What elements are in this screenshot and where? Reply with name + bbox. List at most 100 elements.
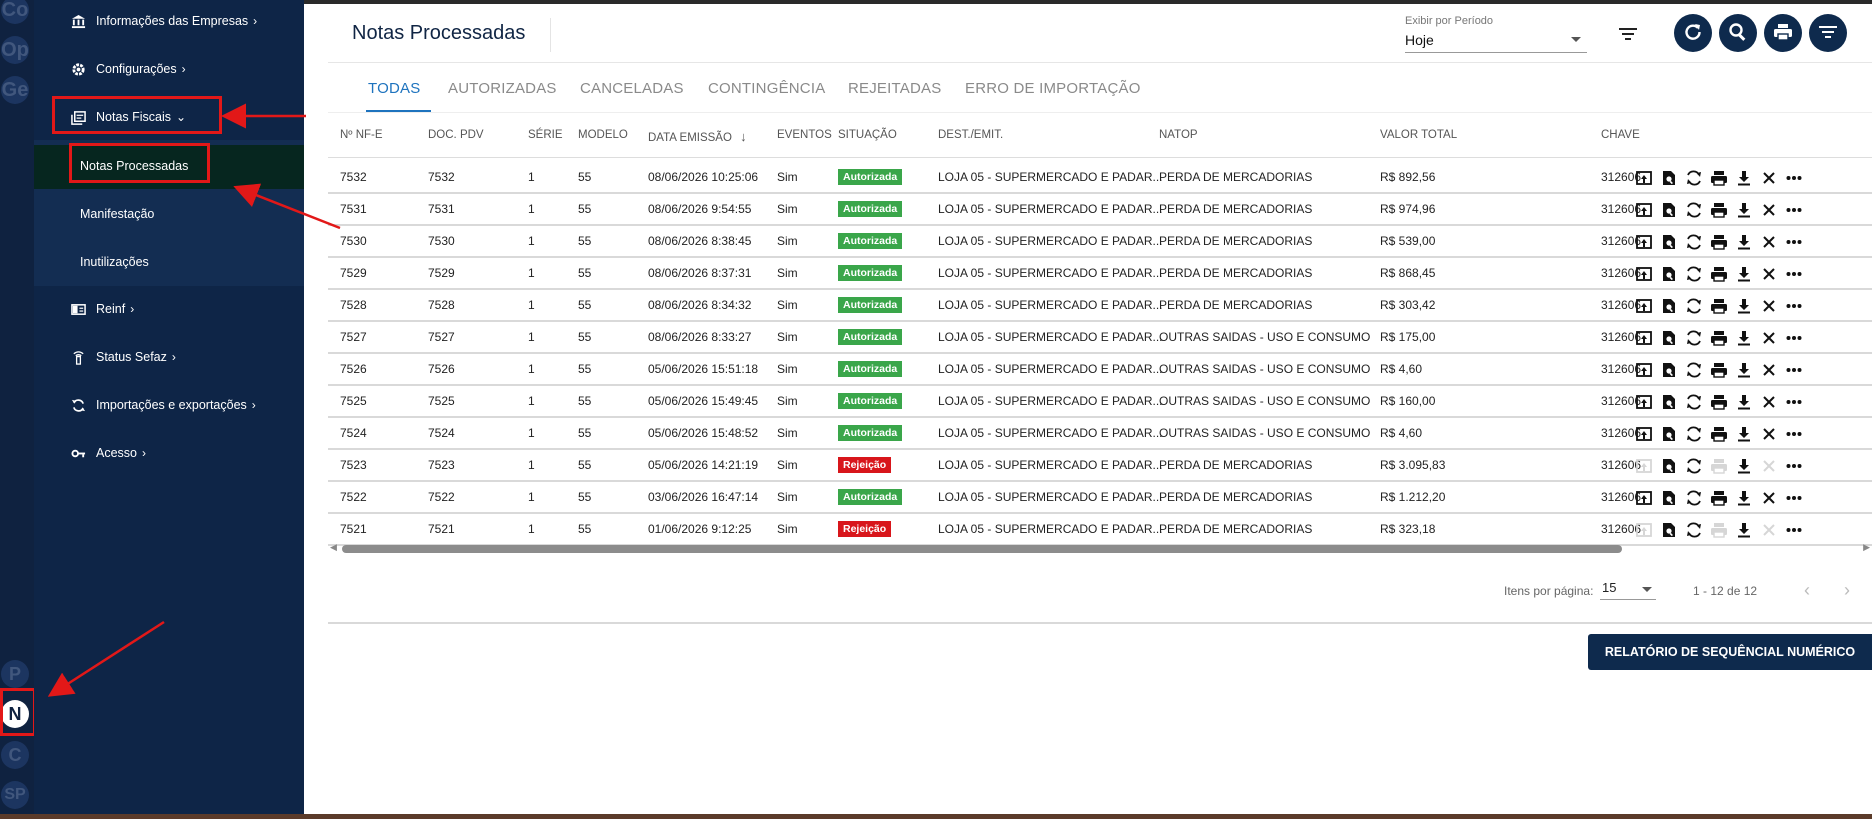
upload-icon[interactable]: [1634, 361, 1654, 379]
scroll-right-icon[interactable]: ▶: [1863, 542, 1870, 553]
sidebar-subitem-manifestacao[interactable]: Manifestação: [80, 207, 154, 221]
horizontal-scrollbar[interactable]: ◀ ▶: [328, 542, 1872, 554]
refresh-button[interactable]: [1674, 14, 1712, 52]
more-icon[interactable]: [1784, 297, 1804, 315]
more-icon[interactable]: [1784, 201, 1804, 219]
table-row[interactable]: 7523 7523 1 55 05/06/2026 14:21:19 Sim LOJA 05…: [328, 450, 1872, 482]
column-header-modelo[interactable]: MODELO: [578, 129, 628, 141]
view-icon[interactable]: [1659, 233, 1679, 251]
close-icon[interactable]: [1759, 425, 1779, 443]
column-header-pdv[interactable]: DOC. PDV: [428, 129, 484, 141]
close-icon[interactable]: [1759, 361, 1779, 379]
sync-icon[interactable]: [1684, 265, 1704, 283]
tab-todas[interactable]: TODAS: [368, 80, 420, 97]
filter-icon[interactable]: [1618, 26, 1638, 45]
table-row[interactable]: 7522 7522 1 55 03/06/2026 16:47:14 Sim LOJA 05…: [328, 482, 1872, 514]
more-icon[interactable]: [1784, 489, 1804, 507]
sync-icon[interactable]: [1684, 201, 1704, 219]
view-icon[interactable]: [1659, 489, 1679, 507]
filter-button[interactable]: [1809, 14, 1847, 52]
upload-icon[interactable]: [1634, 297, 1654, 315]
print-icon[interactable]: [1709, 489, 1729, 507]
view-icon[interactable]: [1659, 265, 1679, 283]
print-icon[interactable]: [1709, 233, 1729, 251]
sync-icon[interactable]: [1684, 329, 1704, 347]
more-icon[interactable]: [1784, 265, 1804, 283]
upload-icon[interactable]: [1634, 425, 1654, 443]
avatar-c[interactable]: C: [1, 741, 29, 769]
sidebar-item-configuracoes[interactable]: Configurações ›: [70, 54, 186, 84]
sidebar-item-acesso[interactable]: Acesso ›: [70, 438, 146, 468]
download-icon[interactable]: [1734, 361, 1754, 379]
column-header-nf[interactable]: Nº NF-E: [340, 129, 383, 141]
sequential-report-button[interactable]: RELATÓRIO DE SEQUÊNCIAL NUMÉRICO: [1588, 634, 1872, 670]
close-icon[interactable]: [1759, 489, 1779, 507]
download-icon[interactable]: [1734, 329, 1754, 347]
table-row[interactable]: 7528 7528 1 55 08/06/2026 8:34:32 Sim LOJA 05 …: [328, 290, 1872, 322]
scroll-left-icon[interactable]: ◀: [330, 542, 337, 553]
more-icon[interactable]: [1784, 457, 1804, 475]
column-header-valor[interactable]: VALOR TOTAL: [1380, 129, 1457, 141]
print-button[interactable]: [1764, 14, 1802, 52]
download-icon[interactable]: [1734, 297, 1754, 315]
upload-icon[interactable]: [1634, 169, 1654, 187]
column-header-eventos[interactable]: EVENTOS: [777, 129, 832, 141]
sidebar-item-reinf[interactable]: Reinf ›: [70, 294, 134, 324]
download-icon[interactable]: [1734, 265, 1754, 283]
view-icon[interactable]: [1659, 361, 1679, 379]
view-icon[interactable]: [1659, 457, 1679, 475]
tab-rejeitadas[interactable]: REJEITADAS: [848, 80, 941, 97]
print-icon[interactable]: [1709, 169, 1729, 187]
close-icon[interactable]: [1759, 329, 1779, 347]
table-row[interactable]: 7531 7531 1 55 08/06/2026 9:54:55 Sim LOJA 05 …: [328, 194, 1872, 226]
upload-icon[interactable]: [1634, 329, 1654, 347]
sync-icon[interactable]: [1684, 425, 1704, 443]
table-row[interactable]: 7529 7529 1 55 08/06/2026 8:37:31 Sim LOJA 05 …: [328, 258, 1872, 290]
more-icon[interactable]: [1784, 329, 1804, 347]
print-icon[interactable]: [1709, 425, 1729, 443]
sync-icon[interactable]: [1684, 169, 1704, 187]
print-icon[interactable]: [1709, 393, 1729, 411]
upload-icon[interactable]: [1634, 265, 1654, 283]
avatar-sp[interactable]: SP: [1, 781, 29, 809]
sync-icon[interactable]: [1684, 489, 1704, 507]
more-icon[interactable]: [1784, 521, 1804, 539]
column-header-serie[interactable]: SÉRIE: [528, 129, 563, 141]
view-icon[interactable]: [1659, 393, 1679, 411]
sync-icon[interactable]: [1684, 297, 1704, 315]
sidebar-item-importacoes[interactable]: Importações e exportações ›: [70, 390, 256, 420]
avatar-co[interactable]: Co: [1, 0, 29, 24]
sync-icon[interactable]: [1684, 233, 1704, 251]
download-icon[interactable]: [1734, 521, 1754, 539]
view-icon[interactable]: [1659, 521, 1679, 539]
column-header-situacao[interactable]: SITUAÇÃO: [838, 129, 897, 141]
column-header-data[interactable]: DATA EMISSÃO ↓: [648, 129, 747, 144]
sync-icon[interactable]: [1684, 393, 1704, 411]
view-icon[interactable]: [1659, 201, 1679, 219]
download-icon[interactable]: [1734, 169, 1754, 187]
print-icon[interactable]: [1709, 361, 1729, 379]
sidebar-subitem-inutilizacoes[interactable]: Inutilizações: [80, 255, 149, 269]
table-row[interactable]: 7526 7526 1 55 05/06/2026 15:51:18 Sim LOJA 05…: [328, 354, 1872, 386]
table-row[interactable]: 7524 7524 1 55 05/06/2026 15:48:52 Sim LOJA 05…: [328, 418, 1872, 450]
tab-canceladas[interactable]: CANCELADAS: [580, 80, 684, 97]
more-icon[interactable]: [1784, 361, 1804, 379]
print-icon[interactable]: [1709, 201, 1729, 219]
print-icon[interactable]: [1709, 265, 1729, 283]
sidebar-item-empresas[interactable]: Informações das Empresas ›: [70, 6, 257, 36]
column-header-natop[interactable]: NATOP: [1159, 129, 1198, 141]
download-icon[interactable]: [1734, 393, 1754, 411]
more-icon[interactable]: [1784, 393, 1804, 411]
download-icon[interactable]: [1734, 489, 1754, 507]
sync-icon[interactable]: [1684, 521, 1704, 539]
avatar-ge[interactable]: Ge: [1, 76, 29, 104]
more-icon[interactable]: [1784, 169, 1804, 187]
close-icon[interactable]: [1759, 169, 1779, 187]
table-row[interactable]: 7530 7530 1 55 08/06/2026 8:38:45 Sim LOJA 05 …: [328, 226, 1872, 258]
upload-icon[interactable]: [1634, 201, 1654, 219]
view-icon[interactable]: [1659, 425, 1679, 443]
download-icon[interactable]: [1734, 201, 1754, 219]
items-per-page-select[interactable]: 15: [1600, 580, 1656, 600]
close-icon[interactable]: [1759, 393, 1779, 411]
column-header-dest[interactable]: DEST./EMIT.: [938, 129, 1003, 141]
